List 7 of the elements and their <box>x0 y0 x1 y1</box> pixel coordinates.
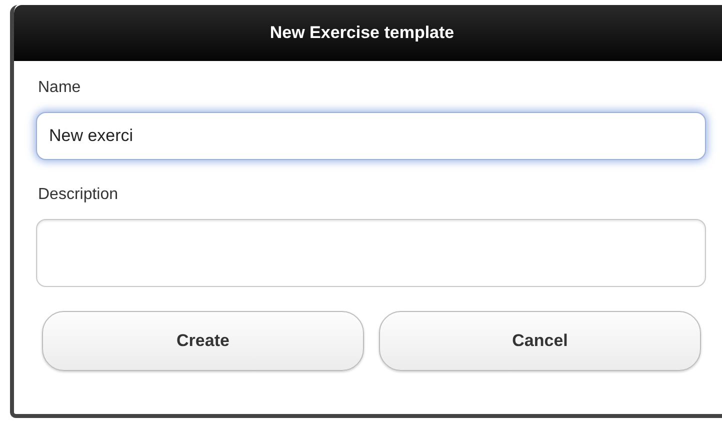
dialog-title: New Exercise template <box>14 5 722 61</box>
description-field[interactable] <box>36 219 706 287</box>
field-label: Description <box>38 186 118 204</box>
name-field[interactable]: New exerci <box>36 112 706 160</box>
create-button[interactable]: Create <box>42 311 364 371</box>
field-label: Name <box>38 79 81 97</box>
cancel-button[interactable]: Cancel <box>379 311 701 371</box>
